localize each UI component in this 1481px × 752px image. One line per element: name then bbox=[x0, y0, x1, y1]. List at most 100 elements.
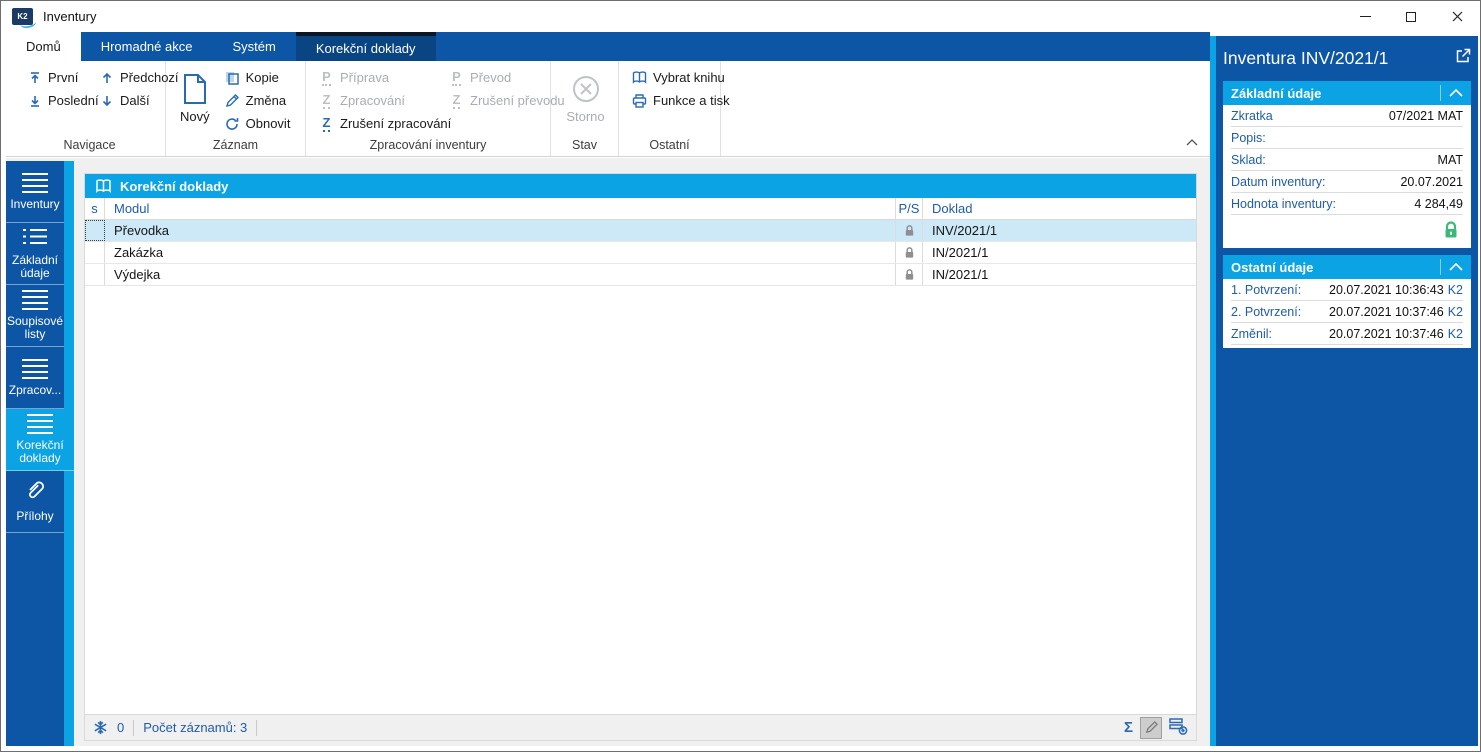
sidebar-item-zpracovani[interactable]: Zpracov... bbox=[6, 347, 64, 409]
column-header-modul[interactable]: Modul bbox=[105, 198, 896, 219]
edit-toggle-button[interactable] bbox=[1140, 716, 1162, 739]
sum-button[interactable]: Σ bbox=[1124, 719, 1133, 736]
table-column-headers: s Modul P/S Doklad bbox=[85, 198, 1196, 220]
field-row: Hodnota inventury: 4 284,49 bbox=[1231, 193, 1463, 215]
table-row[interactable]: Převodka INV/2021/1 bbox=[85, 220, 1196, 242]
sidebar-item-prilohy[interactable]: Přílohy bbox=[6, 471, 64, 533]
copy-label: Kopie bbox=[245, 70, 279, 85]
first-button[interactable]: První bbox=[20, 66, 92, 89]
column-header-s[interactable]: s bbox=[85, 198, 105, 219]
lock-icon bbox=[896, 220, 923, 241]
add-view-button[interactable] bbox=[1169, 717, 1188, 738]
section-title: Základní údaje bbox=[1231, 85, 1322, 101]
letter-p-icon: P bbox=[452, 68, 461, 86]
korekcni-doklady-panel: Korekční doklady s Modul P/S Doklad Přev… bbox=[84, 173, 1197, 741]
table-row[interactable]: Zakázka IN/2021/1 bbox=[85, 242, 1196, 264]
sidebar-item-zakladni-udaje[interactable]: Základní údaje bbox=[6, 223, 64, 285]
sidebar-item-soupisove-listy[interactable]: Soupisové listy bbox=[6, 285, 64, 347]
prevod-label: Převod bbox=[470, 70, 512, 85]
refresh-icon bbox=[224, 117, 241, 131]
menu-icon bbox=[22, 358, 48, 379]
close-icon bbox=[1452, 11, 1462, 22]
chevron-up-icon bbox=[1186, 139, 1198, 146]
arrow-up-icon bbox=[98, 71, 115, 85]
cell-modul: Zakázka bbox=[105, 242, 896, 263]
field-label: 2. Potvrzení: bbox=[1231, 304, 1302, 319]
tab-domu[interactable]: Domů bbox=[6, 32, 81, 61]
detail-title: Inventura INV/2021/1 bbox=[1223, 48, 1389, 68]
lock-icon bbox=[896, 264, 923, 285]
field-row: 1. Potvrzení: 20.07.2021 10:36:43 K2 bbox=[1231, 279, 1463, 301]
field-label: Zkratka bbox=[1231, 108, 1273, 123]
status-separator bbox=[133, 719, 135, 736]
header-separator bbox=[1440, 85, 1441, 101]
field-user: K2 bbox=[1447, 282, 1463, 297]
maximize-icon bbox=[1406, 11, 1416, 22]
table-title: Korekční doklady bbox=[120, 178, 229, 194]
tab-hromadne-akce[interactable]: Hromadné akce bbox=[81, 32, 213, 61]
section-ostatni-udaje: Ostatní údaje 1. Potvrzení: 20.07.2021 1… bbox=[1223, 255, 1471, 348]
group-label-stav: Stav bbox=[571, 138, 597, 152]
zruseni-zpracovani-button[interactable]: Z Zrušení zpracování bbox=[312, 112, 451, 135]
row-select-cell[interactable] bbox=[85, 242, 105, 263]
record-count: Počet záznamů: 3 bbox=[143, 720, 248, 735]
row-select-cell[interactable] bbox=[85, 220, 105, 241]
tab-korekcni-doklady[interactable]: Korekční doklady bbox=[295, 32, 436, 61]
field-label: 1. Potvrzení: bbox=[1231, 282, 1302, 297]
change-label: Změna bbox=[245, 93, 287, 108]
printer-icon bbox=[631, 93, 648, 108]
field-value: MAT bbox=[1437, 152, 1463, 167]
field-value: 20.07.2021 10:37:46 bbox=[1329, 326, 1444, 341]
copy-button[interactable]: Kopie bbox=[218, 66, 297, 89]
refresh-button[interactable]: Obnovit bbox=[218, 112, 297, 135]
table-empty-area bbox=[85, 286, 1196, 714]
arrow-down-bar-icon bbox=[26, 94, 43, 108]
column-header-ps[interactable]: P/S bbox=[896, 198, 923, 219]
header-separator bbox=[1440, 259, 1441, 275]
section-zakladni-udaje: Základní údaje Zkratka 07/2021 MAT Popis… bbox=[1223, 81, 1471, 248]
change-button[interactable]: Změna bbox=[218, 89, 297, 112]
section-header[interactable]: Ostatní údaje bbox=[1223, 255, 1471, 279]
table-header-bar: Korekční doklady bbox=[85, 174, 1196, 198]
section-header[interactable]: Základní údaje bbox=[1223, 81, 1471, 105]
last-button[interactable]: Poslední bbox=[20, 89, 99, 112]
sidebar-item-label: Korekční doklady bbox=[16, 438, 64, 465]
zruseni-zpracovani-label: Zrušení zpracování bbox=[340, 116, 452, 131]
refresh-label: Obnovit bbox=[245, 116, 291, 131]
cell-doklad: IN/2021/1 bbox=[932, 245, 989, 260]
column-header-doklad[interactable]: Doklad bbox=[923, 198, 1196, 219]
field-label: Sklad: bbox=[1231, 152, 1266, 167]
ribbon: První Poslední Předchozí Další Navigace … bbox=[6, 61, 1210, 157]
vybrat-knihu-label: Vybrat knihu bbox=[653, 70, 725, 85]
field-user: K2 bbox=[1447, 326, 1463, 341]
table-status-bar: 0 Počet záznamů: 3 Σ bbox=[85, 714, 1196, 740]
tab-system[interactable]: Systém bbox=[212, 32, 295, 61]
storno-button: Storno bbox=[558, 66, 612, 136]
detail-panel-header: Inventura INV/2021/1 bbox=[1223, 36, 1471, 81]
app-window: K2 Inventury Domů Hromadné akce Systém K… bbox=[0, 0, 1481, 752]
collapse-ribbon-button[interactable] bbox=[1186, 133, 1198, 151]
vybrat-knihu-button[interactable]: Vybrat knihu bbox=[625, 66, 736, 89]
row-select-cell[interactable] bbox=[85, 264, 105, 285]
sidebar-item-korekcni-doklady[interactable]: Korekční doklady bbox=[6, 409, 74, 471]
new-button[interactable]: Nový bbox=[172, 66, 218, 136]
table-row[interactable]: Výdejka IN/2021/1 bbox=[85, 264, 1196, 286]
k2-app-icon: K2 bbox=[12, 8, 33, 25]
open-external-button[interactable] bbox=[1455, 48, 1471, 69]
book-icon bbox=[631, 71, 648, 84]
maximize-button[interactable] bbox=[1388, 1, 1434, 32]
menu-icon bbox=[22, 290, 48, 310]
funkce-a-tisk-button[interactable]: Funkce a tisk bbox=[625, 89, 736, 112]
first-label: První bbox=[48, 70, 79, 85]
close-button[interactable] bbox=[1434, 1, 1480, 32]
chevron-up-icon bbox=[1449, 263, 1463, 271]
sidebar-item-inventury[interactable]: Inventury bbox=[6, 161, 64, 223]
field-label: Změnil: bbox=[1231, 326, 1272, 341]
sidebar-item-label: Soupisové listy bbox=[6, 314, 64, 341]
ribbon-group-stav: Storno Stav bbox=[551, 61, 619, 156]
group-label-zpracovani: Zpracování inventury bbox=[369, 138, 487, 152]
priprava-button: P Příprava bbox=[312, 66, 442, 89]
minimize-button[interactable] bbox=[1342, 1, 1388, 32]
field-row: Popis: bbox=[1231, 127, 1463, 149]
menu-icon bbox=[22, 172, 48, 193]
